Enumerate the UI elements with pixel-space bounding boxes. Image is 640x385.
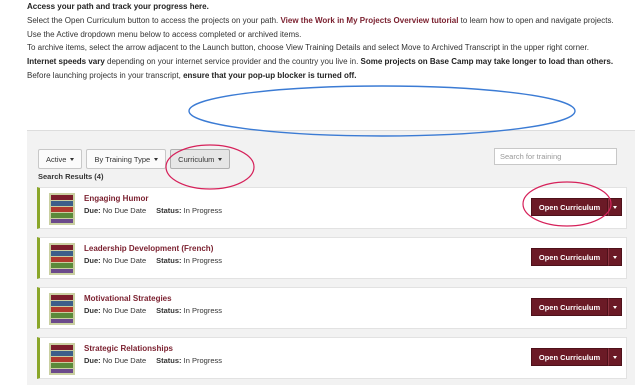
books-icon xyxy=(47,343,77,375)
options-dropdown-button[interactable] xyxy=(608,348,622,366)
blue-annotation-ellipse xyxy=(188,85,576,137)
intro-heading: Access your path and track your progress… xyxy=(27,2,209,11)
status-text: In Progress xyxy=(183,206,222,215)
caret-down-icon xyxy=(613,205,617,209)
status-text: In Progress xyxy=(183,306,222,315)
open-curriculum-group: Open Curriculum xyxy=(531,198,622,216)
training-row: Strategic Relationships Due: No Due Date S… xyxy=(37,337,627,379)
options-dropdown-button[interactable] xyxy=(608,198,622,216)
caret-down-icon xyxy=(218,157,223,161)
caret-down-icon xyxy=(70,157,75,161)
training-title[interactable]: Leadership Development (French) xyxy=(84,244,213,253)
caret-down-icon xyxy=(613,255,617,259)
tutorial-link[interactable]: View the Work in My Projects Overview tu… xyxy=(280,16,458,25)
training-title[interactable]: Motivational Strategies xyxy=(84,294,172,303)
training-meta: Due: No Due Date Status: In Progress xyxy=(84,256,222,265)
open-curriculum-button[interactable]: Open Curriculum xyxy=(531,198,608,216)
open-curriculum-button[interactable]: Open Curriculum xyxy=(531,298,608,316)
open-curriculum-button[interactable]: Open Curriculum xyxy=(531,248,608,266)
open-curriculum-group: Open Curriculum xyxy=(531,298,622,316)
books-icon xyxy=(47,293,77,325)
training-title[interactable]: Strategic Relationships xyxy=(84,344,173,353)
training-title[interactable]: Engaging Humor xyxy=(84,194,148,203)
search-input[interactable] xyxy=(494,148,617,165)
caret-down-icon xyxy=(613,305,617,309)
intro-line-3: To archive items, select the arrow adjac… xyxy=(27,43,589,53)
status-dropdown[interactable]: Active xyxy=(38,149,83,169)
options-dropdown-button[interactable] xyxy=(608,298,622,316)
intro-line-1: Select the Open Curriculum button to acc… xyxy=(27,15,614,25)
training-meta: Due: No Due Date Status: In Progress xyxy=(84,306,222,315)
due-date: No Due Date xyxy=(102,206,147,215)
caret-down-icon xyxy=(613,355,617,359)
instructions: Access your path and track your progress… xyxy=(27,2,635,85)
training-panel: Active By Training Type Curriculum Searc… xyxy=(27,130,635,385)
due-date: No Due Date xyxy=(102,306,147,315)
status-text: In Progress xyxy=(183,356,222,365)
training-type-dropdown[interactable]: By Training Type xyxy=(86,149,167,169)
due-date: No Due Date xyxy=(102,256,147,265)
intro-line-5: Before launching projects in your transc… xyxy=(27,70,357,80)
intro-line-2: Use the Active dropdown menu below to ac… xyxy=(27,29,302,39)
training-row: Motivational Strategies Due: No Due Date S… xyxy=(37,287,627,329)
curriculum-dropdown[interactable]: Curriculum xyxy=(170,149,231,169)
training-meta: Due: No Due Date Status: In Progress xyxy=(84,356,222,365)
status-text: In Progress xyxy=(183,256,222,265)
open-curriculum-button[interactable]: Open Curriculum xyxy=(531,348,608,366)
books-icon xyxy=(47,243,77,275)
due-date: No Due Date xyxy=(102,356,147,365)
intro-line-4: Internet speeds vary depending on your i… xyxy=(27,57,614,67)
training-meta: Due: No Due Date Status: In Progress xyxy=(84,206,222,215)
books-icon xyxy=(47,193,77,225)
training-row: Leadership Development (French) Due: No D… xyxy=(37,237,627,279)
options-dropdown-button[interactable] xyxy=(608,248,622,266)
caret-down-icon xyxy=(154,157,159,161)
open-curriculum-group: Open Curriculum xyxy=(531,248,622,266)
open-curriculum-group: Open Curriculum xyxy=(531,348,622,366)
training-row: Engaging Humor Due: No Due Date Status: In… xyxy=(37,187,627,229)
filter-toolbar: Active By Training Type Curriculum xyxy=(38,149,231,169)
results-count: Search Results (4) xyxy=(38,172,104,181)
